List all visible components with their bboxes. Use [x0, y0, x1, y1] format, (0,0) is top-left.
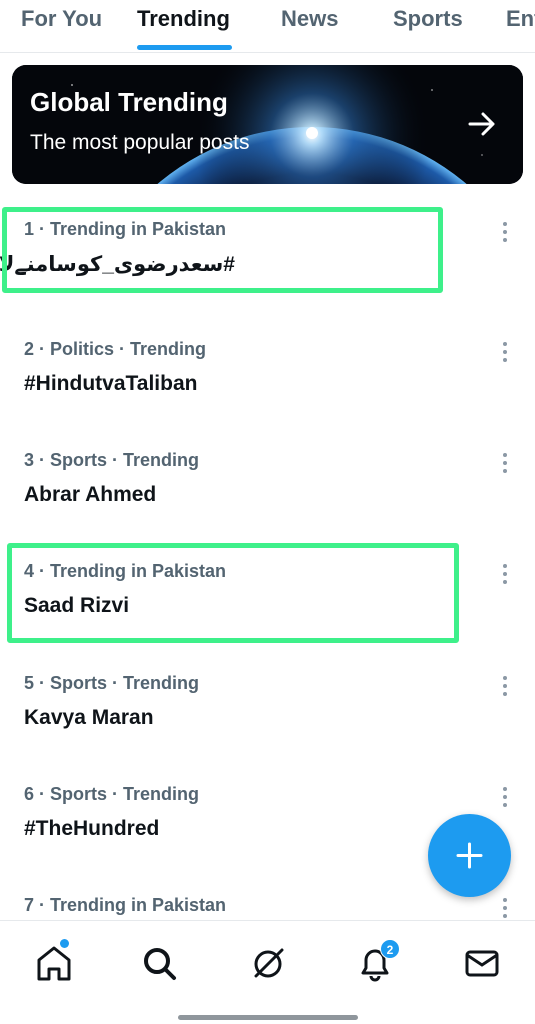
- trend-name: Abrar Ahmed: [24, 483, 157, 506]
- trend-meta: 1 · Trending in Pakistan: [24, 219, 227, 239]
- trend-item[interactable]: 5 · Sports · Trending Kavya Maran: [0, 673, 535, 784]
- trend-meta: 3 · Sports · Trending: [24, 450, 200, 470]
- tab-news[interactable]: News: [281, 6, 338, 32]
- more-options-icon[interactable]: [499, 675, 511, 697]
- trend-meta: 6 · Sports · Trending: [24, 784, 200, 804]
- tab-entertainment[interactable]: Entertainment: [506, 6, 535, 32]
- grok-icon[interactable]: [248, 943, 288, 983]
- more-options-icon[interactable]: [499, 786, 511, 808]
- bottom-navigation: 2: [0, 920, 535, 1024]
- earth-horizon-image: [12, 65, 523, 184]
- more-options-icon[interactable]: [499, 341, 511, 363]
- trend-meta: 2 · Politics · Trending: [24, 339, 207, 359]
- banner-title: Global Trending: [30, 87, 228, 117]
- trend-item[interactable]: 2 · Politics · Trending #HindutvaTaliban: [0, 339, 535, 450]
- trend-item[interactable]: 3 · Sports · Trending Abrar Ahmed: [0, 450, 535, 561]
- trend-name: #سعدرضوی_کوسامنےلاؤ: [0, 253, 235, 276]
- home-indicator: [178, 1015, 358, 1020]
- plus-icon: [456, 842, 483, 869]
- banner-subtitle: The most popular posts: [30, 131, 250, 154]
- tab-for-you[interactable]: For You: [21, 6, 102, 32]
- more-options-icon[interactable]: [499, 563, 511, 585]
- tab-trending[interactable]: Trending: [137, 6, 230, 32]
- notification-badge: 2: [380, 939, 400, 959]
- home-icon[interactable]: [34, 943, 74, 983]
- mail-icon[interactable]: [462, 943, 502, 983]
- search-icon[interactable]: [139, 943, 179, 983]
- more-options-icon[interactable]: [499, 897, 511, 919]
- more-options-icon[interactable]: [499, 221, 511, 243]
- unread-dot: [60, 939, 69, 948]
- trend-item[interactable]: 4 · Trending in Pakistan Saad Rizvi: [0, 561, 535, 672]
- trend-meta: 7 · Trending in Pakistan: [24, 895, 227, 915]
- trend-meta: 4 · Trending in Pakistan: [24, 561, 227, 581]
- arrow-right-icon[interactable]: [467, 109, 497, 139]
- trend-name: Saad Rizvi: [24, 594, 130, 617]
- active-tab-indicator: [137, 45, 232, 50]
- compose-button[interactable]: [428, 814, 511, 897]
- more-options-icon[interactable]: [499, 452, 511, 474]
- tab-sports[interactable]: Sports: [393, 6, 463, 32]
- tab-bar: For You Trending News Sports Entertainme…: [0, 0, 535, 53]
- trend-meta: 5 · Sports · Trending: [24, 673, 200, 693]
- trend-item[interactable]: 1 · Trending in Pakistan #سعدرضوی_کوسامن…: [0, 219, 535, 330]
- trend-name: #HindutvaTaliban: [24, 372, 198, 395]
- trend-name: #TheHundred: [24, 817, 160, 840]
- trend-item[interactable]: 7 · Trending in Pakistan: [0, 895, 535, 920]
- global-trending-banner[interactable]: Global Trending The most popular posts: [12, 65, 523, 184]
- trend-name: Kavya Maran: [24, 706, 154, 729]
